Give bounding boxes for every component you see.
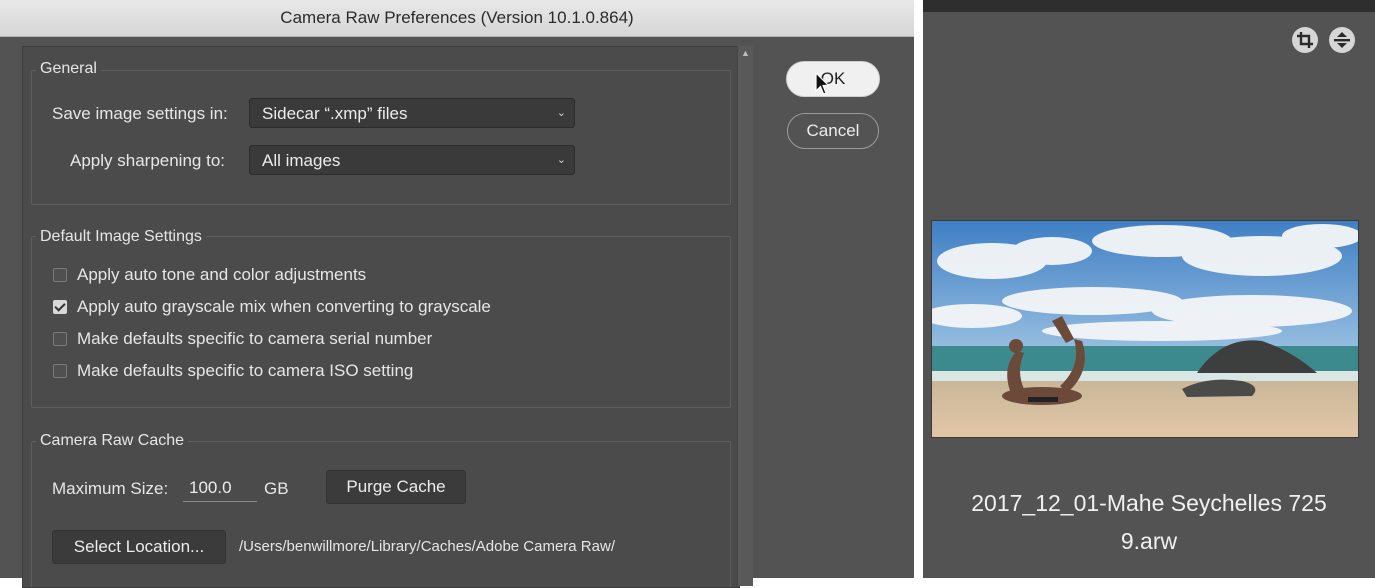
chevron-down-icon: ⌄ bbox=[556, 154, 566, 166]
cancel-button[interactable]: Cancel bbox=[787, 113, 879, 149]
serial-number-label: Make defaults specific to camera serial … bbox=[77, 329, 433, 348]
file-name-line-1: 2017_12_01-Mahe Seychelles 725 bbox=[971, 490, 1327, 516]
save-settings-select[interactable]: Sidecar “.xmp” files ⌄ bbox=[249, 98, 575, 128]
pane-top-border bbox=[923, 0, 1375, 12]
straighten-icon[interactable] bbox=[1329, 27, 1355, 53]
ok-button[interactable]: OK bbox=[786, 61, 880, 97]
general-group bbox=[31, 70, 731, 205]
chevron-down-icon: ⌄ bbox=[556, 107, 566, 119]
auto-grayscale-label: Apply auto grayscale mix when converting… bbox=[77, 297, 491, 316]
cache-group-title: Camera Raw Cache bbox=[36, 432, 189, 450]
max-size-label: Maximum Size: bbox=[52, 479, 169, 498]
purge-cache-button[interactable]: Purge Cache bbox=[326, 470, 466, 504]
dialog-title: Camera Raw Preferences (Version 10.1.0.8… bbox=[0, 0, 914, 37]
crop-icon[interactable] bbox=[1292, 27, 1318, 53]
max-size-input[interactable]: 100.0 bbox=[183, 476, 257, 502]
panel-scrollbar[interactable]: ▲ bbox=[737, 46, 753, 586]
beach-photo bbox=[932, 221, 1358, 437]
default-settings-title: Default Image Settings bbox=[36, 228, 206, 246]
file-name: 2017_12_01-Mahe Seychelles 725 9.arw bbox=[923, 484, 1375, 560]
default-settings-group bbox=[31, 236, 731, 408]
sharpening-value: All images bbox=[262, 151, 341, 170]
filmstrip-pane: 2017_12_01-Mahe Seychelles 725 9.arw bbox=[923, 0, 1375, 578]
serial-number-checkbox[interactable] bbox=[53, 332, 67, 346]
auto-tone-label: Apply auto tone and color adjustments bbox=[77, 265, 367, 284]
auto-grayscale-checkbox[interactable] bbox=[53, 300, 67, 314]
scroll-up-icon[interactable]: ▲ bbox=[738, 46, 753, 60]
iso-setting-label: Make defaults specific to camera ISO set… bbox=[77, 361, 414, 380]
select-location-button[interactable]: Select Location... bbox=[52, 530, 226, 564]
mouse-cursor-icon bbox=[815, 72, 829, 95]
photo-thumbnail[interactable] bbox=[931, 220, 1359, 438]
iso-setting-checkbox[interactable] bbox=[53, 364, 67, 378]
preferences-panel: General Save image settings in: Sidecar … bbox=[22, 46, 740, 588]
general-group-title: General bbox=[36, 60, 101, 78]
max-size-unit: GB bbox=[264, 479, 289, 498]
auto-tone-checkbox[interactable] bbox=[53, 268, 67, 282]
sharpening-select[interactable]: All images ⌄ bbox=[249, 145, 575, 175]
save-settings-value: Sidecar “.xmp” files bbox=[262, 104, 408, 123]
cache-group bbox=[31, 441, 731, 587]
sharpening-label: Apply sharpening to: bbox=[70, 151, 225, 170]
preferences-dialog: Camera Raw Preferences (Version 10.1.0.8… bbox=[0, 0, 914, 588]
save-settings-label: Save image settings in: bbox=[52, 104, 228, 123]
cache-path: /Users/benwillmore/Library/Caches/Adobe … bbox=[239, 538, 615, 555]
file-name-line-2: 9.arw bbox=[1120, 528, 1178, 554]
divider bbox=[914, 0, 923, 578]
